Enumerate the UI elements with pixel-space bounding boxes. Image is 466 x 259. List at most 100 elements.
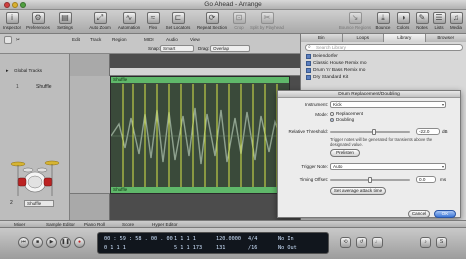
play-icon[interactable]: ▶	[46, 237, 57, 248]
track-header[interactable]	[70, 76, 110, 194]
bar-ruler[interactable]	[110, 68, 300, 76]
go-to-start-icon[interactable]: ⏮	[18, 237, 29, 248]
link-icon[interactable]	[4, 36, 12, 44]
global-tracks-disclosure-icon[interactable]: ▸	[6, 68, 9, 74]
preferences-button[interactable]: ⚙ Preferences	[25, 11, 51, 33]
flex-button[interactable]: ≈ Flex	[145, 11, 161, 33]
mode-doubling-radio[interactable]	[330, 118, 334, 122]
mode-label: Mode:	[315, 112, 328, 117]
local-menu-bar: ✂ Edit Track Region MIDI Audio View Snap…	[0, 34, 300, 54]
menu-audio[interactable]: Audio	[166, 36, 178, 43]
threshold-slider-knob[interactable]	[372, 129, 376, 135]
instrument-select[interactable]: Kick ▾	[330, 101, 446, 108]
midi-in-display: No In	[278, 236, 294, 242]
media-tabs: Bin Loops Library Browser	[301, 34, 466, 42]
colors-icon: ◑	[396, 12, 410, 24]
colors-button[interactable]: ◑ Colors	[394, 11, 412, 33]
timing-offset-value-field[interactable]: 0.0	[416, 176, 436, 183]
mode-replacement-radio[interactable]	[330, 112, 334, 116]
replace-icon[interactable]: ↺	[356, 237, 367, 248]
patch-icon	[306, 61, 311, 66]
metronome-icon[interactable]: ♩	[372, 237, 383, 248]
tab-mixer[interactable]: Mixer	[14, 221, 25, 228]
bounce-button[interactable]: ⤓ Bounce	[374, 11, 392, 33]
transport-bar: ⏮ ■ ▶ ❚❚ ● 00 : 59 : 58 . 00 . 00 0 1 1 …	[0, 228, 466, 259]
timing-offset-slider-knob[interactable]	[368, 177, 372, 183]
automation-button[interactable]: ∿ Automation	[115, 11, 143, 33]
record-icon[interactable]: ●	[74, 237, 85, 248]
cycle-icon[interactable]: ⟲	[340, 237, 351, 248]
tab-piano-roll[interactable]: Piano Roll	[84, 221, 105, 228]
tempo-display: 120.0000	[216, 236, 241, 242]
auto-zoom-button[interactable]: ⤢ Auto Zoom	[88, 11, 112, 33]
threshold-label: Relative Threshold:	[288, 129, 329, 134]
pause-icon[interactable]: ❚❚	[60, 237, 71, 248]
waveform	[111, 84, 289, 188]
library-item[interactable]: Drum 'n' Bass Remix mo	[305, 67, 365, 74]
timing-offset-unit: ms	[440, 177, 447, 182]
set-average-attack-time-button[interactable]: Set average attack time	[330, 187, 386, 195]
inspector-button[interactable]: i Inspector	[2, 11, 22, 33]
media-button[interactable]: ♫ Media	[448, 11, 464, 33]
lists-button[interactable]: ☰ Lists	[432, 11, 446, 33]
threshold-slider[interactable]	[330, 131, 410, 133]
tab-bin[interactable]: Bin	[301, 34, 343, 42]
transport-display[interactable]: 00 : 59 : 58 . 00 . 00 0 1 1 1 1 1 1 1 5…	[97, 232, 329, 254]
repeat-section-button[interactable]: ⟳ Repeat Section	[195, 11, 229, 33]
bar-position-top: 1 1 1 1	[174, 236, 196, 242]
audio-region[interactable]: Shuffle Shuffle	[110, 76, 290, 194]
library-item[interactable]: Beiendorfer	[305, 53, 338, 60]
midi-out-display: No Out	[278, 245, 297, 251]
threshold-unit: dB	[442, 129, 448, 134]
patch-icon	[306, 68, 311, 73]
snap-select[interactable]: Smart	[160, 45, 194, 52]
ok-button[interactable]: OK	[434, 210, 456, 218]
trigger-note-select[interactable]: Auto ▾	[330, 163, 446, 170]
timing-offset-label: Timing Offset:	[299, 177, 328, 182]
bounce-regions-button[interactable]: ↘ Bounce Regions	[338, 11, 372, 33]
notes-button[interactable]: ✎ Notes	[414, 11, 430, 33]
library-item[interactable]: Dry Standard Kit	[305, 74, 348, 81]
chevron-down-icon: ▾	[441, 164, 444, 169]
tab-loops[interactable]: Loops	[342, 34, 384, 42]
time-signature: 4/4	[248, 236, 258, 242]
repeat-icon: ⟳	[205, 12, 219, 24]
search-placeholder: Search Library	[316, 45, 346, 50]
solo-icon[interactable]: S	[436, 237, 447, 248]
settings-icon: ▤	[58, 12, 72, 24]
threshold-value-field[interactable]: -22.0	[416, 128, 440, 135]
stop-icon[interactable]: ■	[32, 237, 43, 248]
arrange-area: Shuffle Shuffle	[110, 54, 300, 220]
tab-hyper-editor[interactable]: Hyper Editor	[152, 221, 178, 228]
zoom-icon: ⤢	[93, 12, 107, 24]
trigger-note-label: Trigger Note:	[301, 164, 328, 169]
prelisten-button[interactable]: Prelisten	[330, 149, 360, 157]
menu-track[interactable]: Track	[90, 36, 101, 43]
crop-button[interactable]: ⊡ Crop	[232, 11, 246, 33]
track-number: 1	[16, 84, 19, 90]
media-icon: ♫	[449, 12, 463, 24]
tuner-icon[interactable]: ♪	[420, 237, 431, 248]
split-by-playhead-button[interactable]: ✂ Split by Playhead	[249, 11, 285, 33]
patch-icon	[306, 75, 311, 80]
tab-score[interactable]: Score	[122, 221, 134, 228]
tab-library[interactable]: Library	[384, 34, 426, 42]
gear-icon: ⚙	[31, 12, 45, 24]
library-item[interactable]: Classic House Remix mo	[305, 60, 367, 67]
menu-region[interactable]: Region	[112, 36, 127, 43]
menu-midi[interactable]: MIDI	[144, 36, 154, 43]
toolbar: i Inspector ⚙ Preferences ▤ Settings ⤢ Auto …	[0, 10, 466, 34]
menu-view[interactable]: View	[190, 36, 200, 43]
bar-position-bottom: 5 1 1 173	[174, 245, 203, 251]
menu-edit[interactable]: Edit	[72, 36, 80, 43]
title-bar: Go Ahead - Arrange	[0, 0, 466, 10]
tab-browser[interactable]: Browser	[425, 34, 466, 42]
scissors-tool-icon[interactable]: ✂	[16, 36, 20, 43]
library-search-input[interactable]: ⌕ Search Library	[305, 44, 463, 51]
set-locators-button[interactable]: ⊏ Set Locators	[164, 11, 192, 33]
tab-sample-editor[interactable]: Sample Editor	[46, 221, 75, 228]
automation-icon: ∿	[122, 12, 136, 24]
cancel-button[interactable]: Cancel	[408, 210, 430, 218]
drag-select[interactable]: Overlap	[210, 45, 250, 52]
settings-button[interactable]: ▤ Settings	[54, 11, 76, 33]
